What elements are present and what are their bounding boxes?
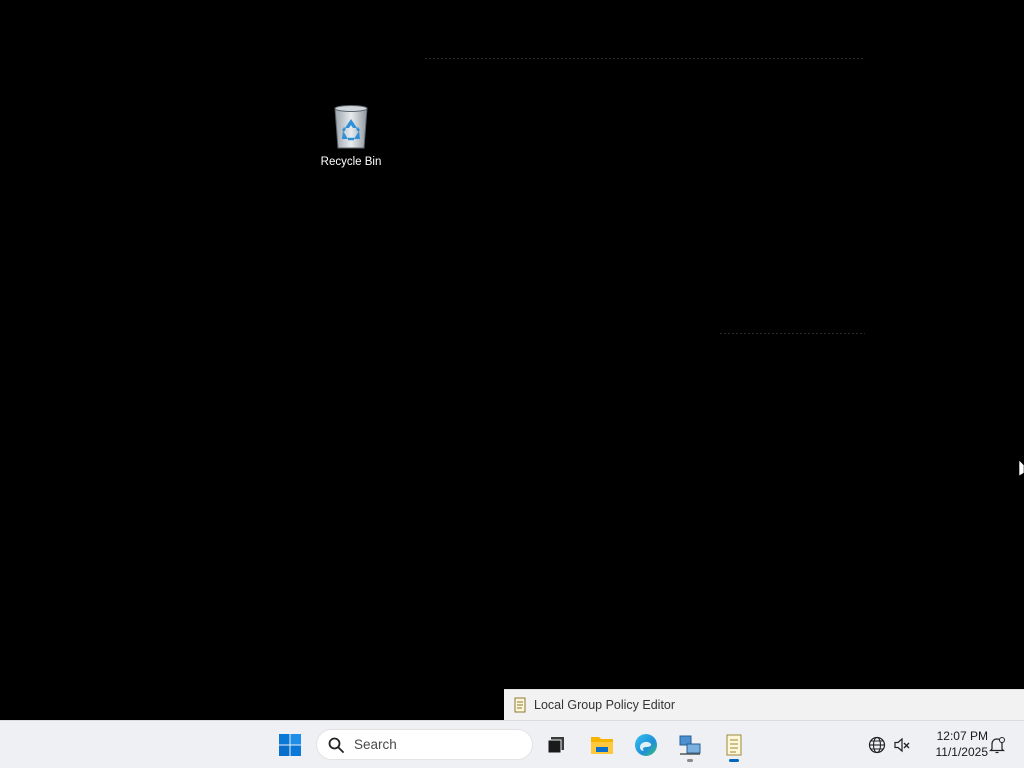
running-indicator xyxy=(687,759,693,762)
render-artifact-line xyxy=(425,58,865,59)
task-view-button[interactable] xyxy=(537,727,575,763)
search-icon xyxy=(328,737,344,753)
search-placeholder: Search xyxy=(354,737,397,752)
folder-icon xyxy=(591,737,613,754)
recycle-bin-desktop-icon[interactable]: Recycle Bin xyxy=(311,104,391,176)
group-policy-editor-button[interactable] xyxy=(715,727,753,763)
clock-date: 11/1/2025 xyxy=(935,745,989,759)
edge-button[interactable] xyxy=(627,727,665,763)
start-button[interactable] xyxy=(271,727,309,763)
task-view-icon xyxy=(547,737,564,754)
network-app-button[interactable] xyxy=(671,727,709,763)
mouse-pointer-icon xyxy=(1018,459,1024,477)
speaker-muted-icon[interactable] xyxy=(893,736,911,754)
recycle-bin-label: Recycle Bin xyxy=(320,156,382,168)
group-policy-icon xyxy=(726,734,742,756)
taskbar-search-box[interactable]: Search xyxy=(316,729,533,760)
windows-start-icon xyxy=(279,734,301,756)
group-policy-icon xyxy=(514,697,526,713)
active-indicator xyxy=(729,759,739,762)
taskbar-clock[interactable]: 12:07 PM 11/1/2025 xyxy=(918,728,989,760)
edge-icon xyxy=(635,734,657,756)
network-computer-icon xyxy=(679,735,701,755)
file-explorer-button[interactable] xyxy=(583,727,621,763)
taskbar-window-preview[interactable]: Local Group Policy Editor xyxy=(504,689,1024,720)
recycle-bin-icon xyxy=(334,105,368,149)
taskbar: Search 12:07 PM 11/1/2025 xyxy=(0,720,1024,768)
render-artifact-line xyxy=(720,333,865,334)
notification-bell-icon[interactable] xyxy=(988,736,1006,754)
preview-window-title: Local Group Policy Editor xyxy=(534,698,676,712)
clock-time: 12:07 PM xyxy=(936,729,988,743)
desktop: Recycle Bin Local Group Policy Editor xyxy=(0,0,1024,720)
globe-icon[interactable] xyxy=(868,736,886,754)
